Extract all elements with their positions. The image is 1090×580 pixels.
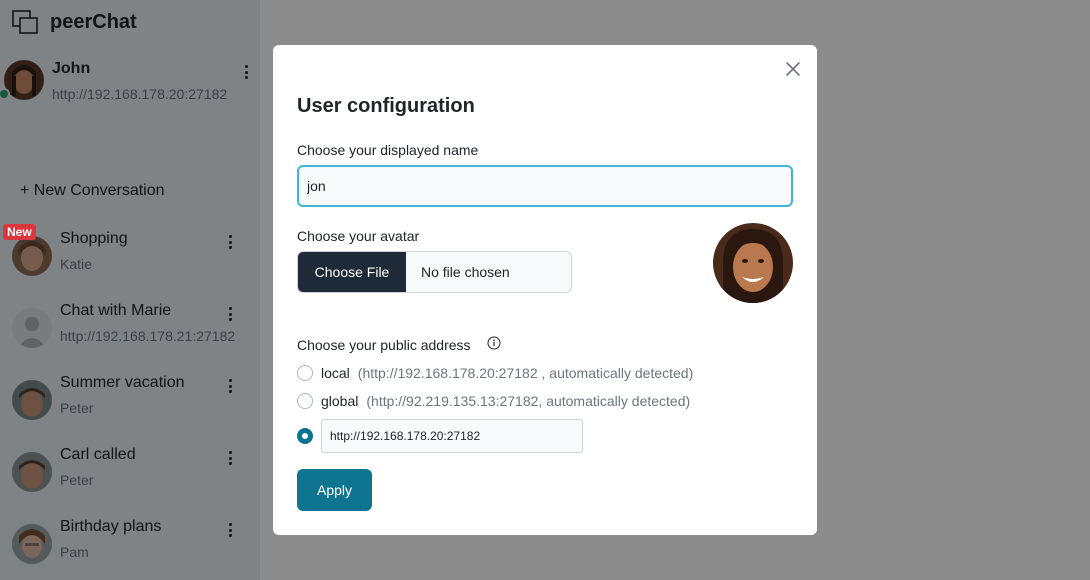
apply-button[interactable]: Apply xyxy=(297,469,372,511)
address-option-local[interactable]: local (http://192.168.178.20:27182 , aut… xyxy=(297,362,693,384)
address-option-global[interactable]: global (http://92.219.135.13:27182, auto… xyxy=(297,390,690,412)
choose-file-button[interactable]: Choose File xyxy=(298,252,406,292)
avatar-preview xyxy=(713,223,793,303)
custom-address-input[interactable] xyxy=(321,419,583,453)
name-label: Choose your displayed name xyxy=(297,142,479,158)
display-name-input[interactable] xyxy=(297,165,793,207)
option-detail: (http://192.168.178.20:27182 , automatic… xyxy=(357,365,694,381)
option-label: local xyxy=(321,365,350,381)
custom-radio[interactable] xyxy=(297,428,313,444)
avatar-file-input[interactable]: Choose File No file chosen xyxy=(297,251,572,293)
dialog-title: User configuration xyxy=(297,95,475,117)
option-label: global xyxy=(321,393,359,409)
info-icon[interactable] xyxy=(487,336,501,350)
avatar-label: Choose your avatar xyxy=(297,228,420,244)
file-status-text: No file chosen xyxy=(421,264,510,280)
address-label: Choose your public address xyxy=(297,337,471,353)
global-radio[interactable] xyxy=(297,393,313,409)
new-badge: New xyxy=(3,224,36,240)
close-icon[interactable] xyxy=(783,59,803,79)
address-option-custom[interactable] xyxy=(297,425,321,447)
user-configuration-dialog: User configuration Choose your displayed… xyxy=(273,45,817,535)
local-radio[interactable] xyxy=(297,365,313,381)
option-detail: (http://92.219.135.13:27182, automatical… xyxy=(366,393,691,409)
